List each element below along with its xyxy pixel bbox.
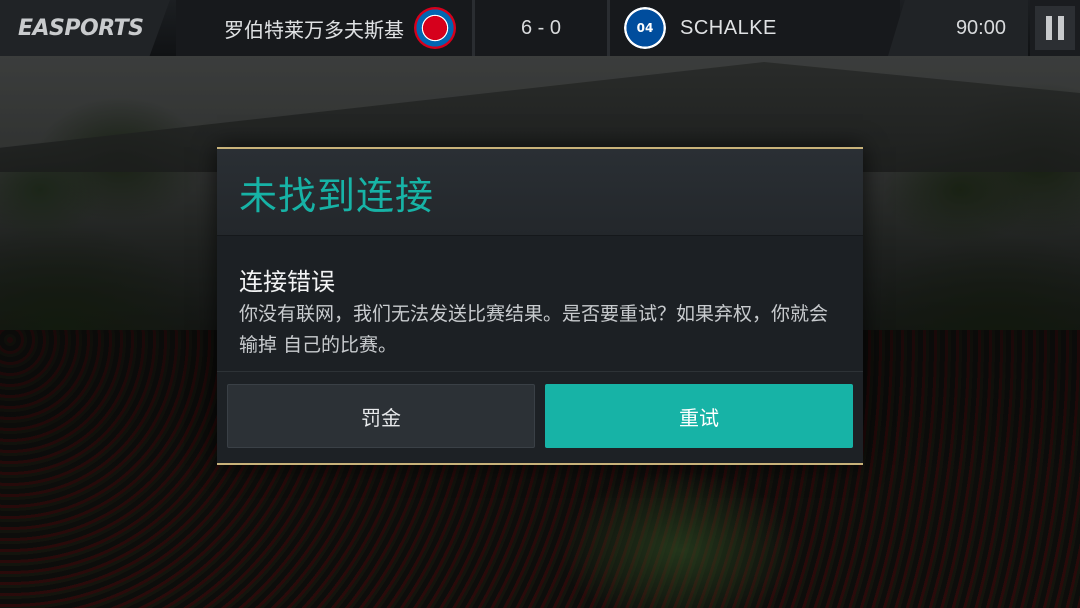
match-score: 6 - 0 (520, 16, 562, 39)
fine-button[interactable]: 罚金 (227, 384, 535, 448)
dialog-actions: 罚金 重试 (217, 372, 863, 462)
home-team-name: 罗伯特莱万多夫斯基 (224, 17, 404, 42)
match-scoreboard-bar: EASPORTS 罗伯特莱万多夫斯基 6 - 0 04 SCHALKE 90:0… (0, 0, 1080, 56)
match-clock-segment: 90:00 (888, 0, 1028, 56)
pause-icon (1046, 16, 1052, 40)
schalke-crest-text: 04 (636, 21, 654, 35)
score-segment: 6 - 0 (475, 0, 607, 56)
retry-button[interactable]: 重试 (545, 384, 853, 448)
pause-segment (1030, 0, 1080, 56)
pause-button[interactable] (1035, 6, 1075, 50)
pause-icon (1058, 16, 1064, 40)
away-team-segment: 04 SCHALKE (610, 0, 900, 56)
error-heading: 连接错误 (239, 268, 335, 296)
ea-sports-logo: EASPORTS (18, 15, 144, 41)
schalke-04-crest-icon: 04 (624, 7, 666, 49)
match-clock: 90:00 (955, 16, 1006, 39)
away-team-name: SCHALKE (680, 16, 777, 39)
dialog-body: 连接错误 你没有联网，我们无法发送比赛结果。是否要重试？如果弃权，你就会输掉 自… (217, 236, 863, 372)
error-message: 你没有联网，我们无法发送比赛结果。是否要重试？如果弃权，你就会输掉 自己的比赛。 (239, 303, 829, 356)
dialog-header: 未找到连接 (217, 149, 863, 236)
ea-sports-logo-segment: EASPORTS (0, 0, 170, 56)
fc-bayern-crest-icon (414, 7, 456, 49)
home-team-segment: 罗伯特莱万多夫斯基 (176, 0, 472, 56)
dialog-title: 未找到连接 (239, 173, 435, 218)
connection-error-dialog: 未找到连接 连接错误 你没有联网，我们无法发送比赛结果。是否要重试？如果弃权，你… (217, 147, 863, 465)
